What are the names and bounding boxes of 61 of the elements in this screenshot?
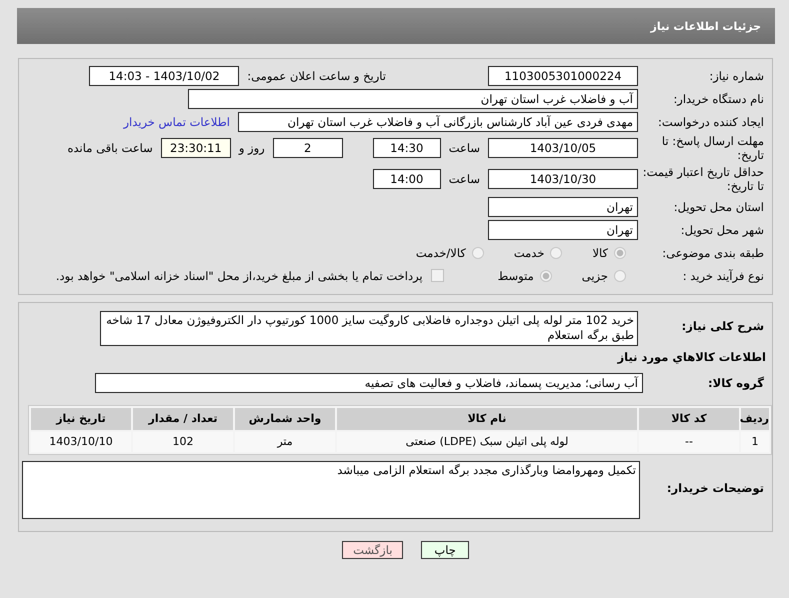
date-field: 1403/10/30 [488,169,638,189]
column-header: کد کالا [639,408,739,430]
option-label: جزیی [582,268,608,282]
province-field: تهران [488,196,638,216]
table-cell: 1 [741,432,769,452]
option-label: متوسط [498,268,534,282]
field-label: استان محل تحویل: [672,200,765,214]
description-field: خرید 102 متر لوله پلی اتیلن دوجداره فاضلابی کاروگیت سایز 1000 کورتیوپ دار الکتروفیوژن معادل 17 شاخه طبق برگه استعلام [100,311,638,346]
field-label: گروه کالا: [707,376,765,390]
buyer-notes-field: تکمیل ومهروامضا وبارگذاری مجدد برگه استعلام الزامی میباشد [22,461,640,519]
time-label: ساعت [448,172,480,186]
column-header: واحد شمارش [235,408,335,430]
table-cell: -- [639,432,739,452]
radio-button[interactable] [550,246,562,258]
city-field: تهران [488,220,638,240]
field-label: تاریخ و ساعت اعلان عمومی: [247,68,386,82]
field-label: مهلت ارسال پاسخ: تا تاریخ: [660,134,765,162]
column-header: ردیف [741,408,769,430]
column-header: تعداد / مقدار [133,408,233,430]
date-field: 1403/10/05 [488,138,638,158]
table-cell: 1403/10/10 [31,432,131,452]
field-label: حداقل تاریخ اعتبار قیمت: تا تاریخ: [642,165,765,193]
table-cell: لوله پلی اتیلن سبک (LDPE) صنعتی [337,432,637,452]
field-label: شهر محل تحویل: [680,222,765,236]
back-button[interactable]: بازگشت [342,541,404,559]
radio-button[interactable] [540,270,552,282]
remaining-time-field: 23:30:11 [160,138,231,158]
time-field: 14:00 [372,169,441,189]
option-label: خدمت [514,246,544,260]
section-heading: اطلاعات کالاهاي مورد نياز [616,350,767,364]
field-label: طبقه بندی موضوعی: [661,246,765,260]
field-label: توضیحات خریدار: [666,480,765,495]
radio-button[interactable] [472,246,484,258]
need-number-field: 1103005301000224 [488,66,638,86]
buyer-name-field: آب و فاضلاب غرب استان تهران [188,88,638,108]
radio-button[interactable] [614,270,626,282]
goods-group-field: آب رسانی؛ مدیریت پسماند، فاضلاب و فعالیت های تصفیه [95,372,643,392]
option-label: کالا [592,246,608,260]
buyer-contact-link[interactable]: اطلاعات تماس خریدار [123,114,230,128]
treasury-note: پرداخت تمام یا بخشی از مبلغ خرید،از محل "اسناد خزانه اسلامی" خواهد بود. [56,268,423,282]
table-cell: متر [235,432,335,452]
column-header: تاریخ نیاز [31,408,131,430]
column-header: نام کالا [337,408,637,430]
field-label: ایجاد کننده درخواست: [657,114,765,128]
field-label: نام دستگاه خریدار: [672,92,765,106]
days-field: 2 [272,138,343,158]
field-label: شرح کلی نیاز: [680,318,765,333]
radio-button[interactable] [614,246,626,258]
remaining-label: ساعت باقی مانده [68,141,153,155]
requester-field: مهدی فردی عین آباد کارشناس بازرگانی آب و فاضلاب غرب استان تهران [238,112,638,132]
page-title: جزئیات اطلاعات نیاز [650,20,761,32]
days-label: روز و [238,141,265,155]
checkbox[interactable] [430,269,444,282]
field-label: شماره نیاز: [708,68,765,82]
announce-date-field: 1403/10/02 - 14:03 [89,66,240,86]
time-label: ساعت [448,141,480,155]
time-field: 14:30 [372,138,441,158]
field-label: نوع فرآیند خرید : [682,268,765,282]
table-cell: 102 [133,432,233,452]
option-label: کالا/خدمت [416,246,466,260]
print-button[interactable]: چاپ [421,541,469,559]
